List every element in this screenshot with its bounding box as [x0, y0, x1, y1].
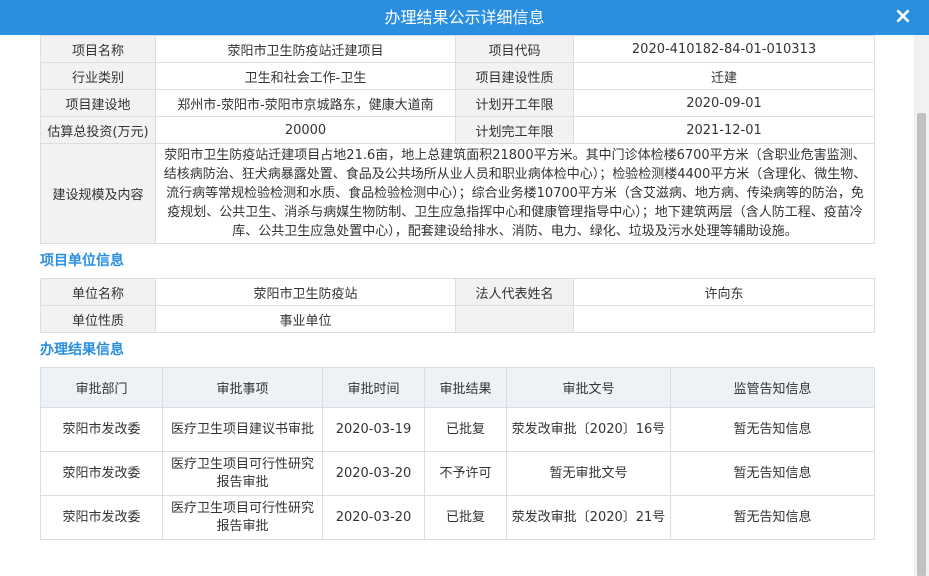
start-date-value: 2020-09-01 — [573, 89, 875, 117]
industry-label: 行业类别 — [40, 62, 156, 90]
cell-doc-no: 荥发改审批〔2020〕16号 — [506, 407, 671, 452]
unit-name-value: 荥阳市卫生防疫站 — [155, 278, 456, 306]
header-result: 审批结果 — [424, 367, 507, 408]
cell-notice: 暂无告知信息 — [670, 495, 875, 540]
cell-result: 已批复 — [424, 407, 507, 452]
project-code-value: 2020-410182-84-01-010313 — [573, 35, 875, 63]
legal-rep-value: 许向东 — [573, 278, 875, 306]
industry-value: 卫生和社会工作-卫生 — [155, 62, 456, 90]
table-row: 荥阳市发改委 医疗卫生项目可行性研究报告审批 2020-03-20 不予许可 暂… — [40, 451, 875, 496]
project-name-label: 项目名称 — [40, 35, 156, 63]
header-doc-no: 审批文号 — [506, 367, 671, 408]
table-row: 项目建设地 郑州市-荥阳市-荥阳市京城路东，健康大道南 计划开工年限 2020-… — [40, 89, 875, 117]
unit-section-title: 项目单位信息 — [40, 253, 124, 269]
dialog-titlebar: 办理结果公示详细信息 × — [0, 0, 929, 35]
construction-nature-label: 项目建设性质 — [455, 62, 574, 90]
unit-nature-value: 事业单位 — [155, 305, 456, 333]
table-row: 建设规模及内容 荥阳市卫生防疫站迁建项目占地21.6亩，地上总建筑面积21800… — [40, 143, 875, 244]
table-header-row: 审批部门 审批事项 审批时间 审批结果 审批文号 监管告知信息 — [40, 367, 875, 408]
investment-value: 20000 — [155, 116, 456, 144]
table-row: 估算总投资(万元) 20000 计划完工年限 2021-12-01 — [40, 116, 875, 144]
cell-dept: 荥阳市发改委 — [40, 407, 163, 452]
header-notice: 监管告知信息 — [670, 367, 875, 408]
dialog-title: 办理结果公示详细信息 — [384, 8, 545, 27]
close-icon[interactable]: × — [891, 5, 915, 29]
cell-result: 不予许可 — [424, 451, 507, 496]
legal-rep-label: 法人代表姓名 — [455, 278, 574, 306]
investment-label: 估算总投资(万元) — [40, 116, 156, 144]
cell-time: 2020-03-20 — [322, 451, 425, 496]
vertical-scrollbar[interactable] — [914, 35, 929, 576]
empty-value-cell — [573, 305, 875, 333]
end-date-label: 计划完工年限 — [455, 116, 574, 144]
start-date-label: 计划开工年限 — [455, 89, 574, 117]
scale-label: 建设规模及内容 — [40, 143, 156, 244]
end-date-value: 2021-12-01 — [573, 116, 875, 144]
empty-label-cell — [455, 305, 574, 333]
cell-item: 医疗卫生项目可行性研究报告审批 — [162, 495, 323, 540]
header-dept: 审批部门 — [40, 367, 163, 408]
result-detail-dialog: 办理结果公示详细信息 × 项目名称 荥阳市卫生防疫站迁建项目 项目代码 2020… — [0, 0, 929, 576]
scrollbar-thumb[interactable] — [917, 113, 926, 576]
results-section-title: 办理结果信息 — [40, 342, 124, 358]
header-time: 审批时间 — [322, 367, 425, 408]
cell-notice: 暂无告知信息 — [670, 451, 875, 496]
header-item: 审批事项 — [162, 367, 323, 408]
location-value: 郑州市-荥阳市-荥阳市京城路东，健康大道南 — [155, 89, 456, 117]
cell-time: 2020-03-20 — [322, 495, 425, 540]
cell-time: 2020-03-19 — [322, 407, 425, 452]
unit-nature-label: 单位性质 — [40, 305, 156, 333]
results-table: 审批部门 审批事项 审批时间 审批结果 审批文号 监管告知信息 荥阳市发改委 医… — [40, 367, 875, 540]
location-label: 项目建设地 — [40, 89, 156, 117]
cell-result: 已批复 — [424, 495, 507, 540]
project-code-label: 项目代码 — [455, 35, 574, 63]
cell-item: 医疗卫生项目建议书审批 — [162, 407, 323, 452]
table-row: 项目名称 荥阳市卫生防疫站迁建项目 项目代码 2020-410182-84-01… — [40, 35, 875, 63]
project-name-value: 荥阳市卫生防疫站迁建项目 — [155, 35, 456, 63]
table-row: 单位性质 事业单位 — [40, 305, 875, 333]
scale-value: 荥阳市卫生防疫站迁建项目占地21.6亩，地上总建筑面积21800平方米。其中门诊… — [155, 143, 875, 244]
construction-nature-value: 迁建 — [573, 62, 875, 90]
cell-notice: 暂无告知信息 — [670, 407, 875, 452]
table-row: 单位名称 荥阳市卫生防疫站 法人代表姓名 许向东 — [40, 278, 875, 306]
cell-dept: 荥阳市发改委 — [40, 451, 163, 496]
dialog-content: 项目名称 荥阳市卫生防疫站迁建项目 项目代码 2020-410182-84-01… — [40, 35, 875, 540]
table-row: 荥阳市发改委 医疗卫生项目建议书审批 2020-03-19 已批复 荥发改审批〔… — [40, 407, 875, 452]
cell-doc-no: 暂无审批文号 — [506, 451, 671, 496]
cell-dept: 荥阳市发改委 — [40, 495, 163, 540]
unit-name-label: 单位名称 — [40, 278, 156, 306]
cell-item: 医疗卫生项目可行性研究报告审批 — [162, 451, 323, 496]
cell-doc-no: 荥发改审批〔2020〕21号 — [506, 495, 671, 540]
table-row: 荥阳市发改委 医疗卫生项目可行性研究报告审批 2020-03-20 已批复 荥发… — [40, 495, 875, 540]
table-row: 行业类别 卫生和社会工作-卫生 项目建设性质 迁建 — [40, 62, 875, 90]
project-info-table: 项目名称 荥阳市卫生防疫站迁建项目 项目代码 2020-410182-84-01… — [40, 35, 875, 244]
unit-info-table: 单位名称 荥阳市卫生防疫站 法人代表姓名 许向东 单位性质 事业单位 — [40, 278, 875, 333]
